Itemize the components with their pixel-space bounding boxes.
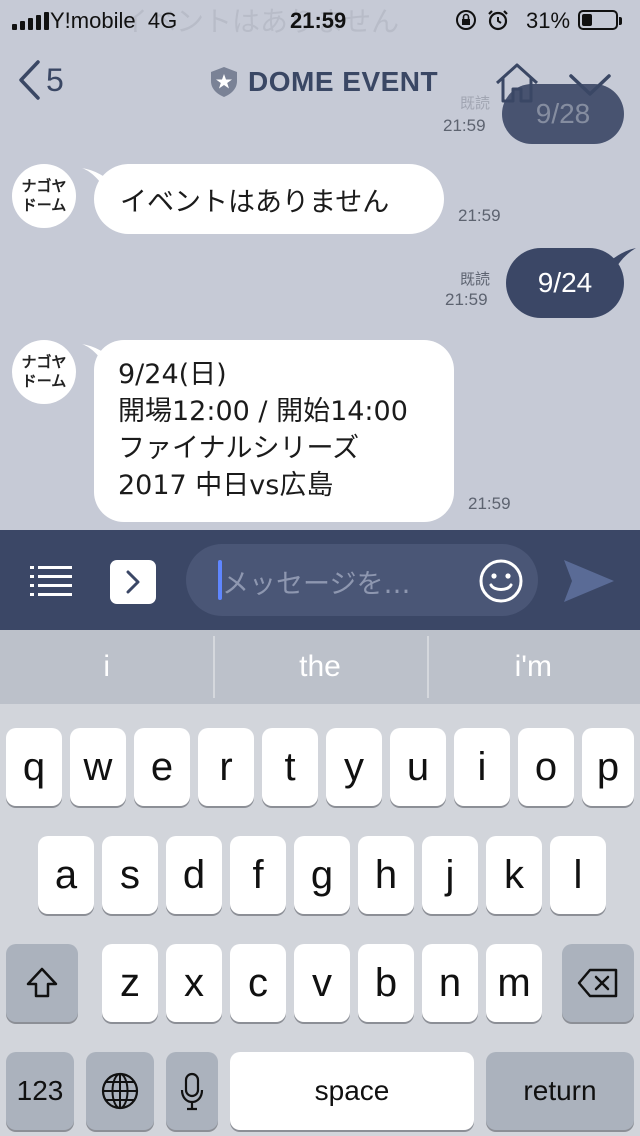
key-e[interactable]: e [134,728,190,806]
unread-count: 5 [46,61,64,98]
key-b[interactable]: b [358,944,414,1022]
key-a[interactable]: a [38,836,94,914]
suggestion-2[interactable]: the [213,630,426,704]
status-bar: Y!mobile 4G 21:59 31% [0,0,640,42]
delete-key[interactable] [562,944,634,1022]
outgoing-message[interactable]: 9/24 [506,248,624,318]
shift-icon [26,967,58,998]
alarm-icon [488,10,508,31]
key-z[interactable]: z [102,944,158,1022]
message-time: 21:59 [468,494,511,513]
back-chevron-icon [19,60,40,100]
key-j[interactable]: j [422,836,478,914]
key-i[interactable]: i [454,728,510,806]
menu-button[interactable] [30,564,72,602]
key-u[interactable]: u [390,728,446,806]
key-m[interactable]: m [486,944,542,1022]
delete-icon [577,968,618,998]
rotation-lock-icon [456,10,476,30]
key-q[interactable]: q [6,728,62,806]
shift-key[interactable] [6,944,78,1022]
battery-percent: 31% [526,8,571,33]
menu-list-icon [30,566,72,596]
send-icon [564,560,614,602]
key-h[interactable]: h [358,836,414,914]
incoming-message-event[interactable]: 9/24(日) 開場12:00 / 開始14:00 ファイナルシリーズ 2017… [94,340,454,522]
message-time: 21:59 [458,206,501,225]
message-input-bar: メッセージを… [0,530,640,630]
avatar[interactable]: ナゴヤ ドーム [12,164,76,228]
key-k[interactable]: k [486,836,542,914]
suggestion-bar: i the i'm [0,630,640,704]
dictation-key[interactable] [166,1052,218,1130]
globe-key[interactable] [86,1052,154,1130]
chat-area: イベントはありません Y!mobile 4G 21:59 31% 5 DOME … [0,0,640,530]
status-time: 21:59 [290,8,347,33]
keyboard: i the i'm q w e r t y u i o p a s d f g … [0,630,640,1136]
key-n[interactable]: n [422,944,478,1022]
return-key[interactable]: return [486,1052,634,1130]
numbers-key[interactable]: 123 [6,1052,74,1130]
key-t[interactable]: t [262,728,318,806]
chat-title[interactable]: DOME EVENT [210,66,438,98]
key-p[interactable]: p [582,728,634,806]
key-w[interactable]: w [70,728,126,806]
key-g[interactable]: g [294,836,350,914]
key-f[interactable]: f [230,836,286,914]
back-button[interactable]: 5 [16,58,64,102]
battery-icon [578,10,622,30]
battery-fill [582,14,592,26]
key-v[interactable]: v [294,944,350,1022]
suggestion-1[interactable]: i [0,630,213,704]
emoji-button[interactable] [478,558,524,608]
key-r[interactable]: r [198,728,254,806]
key-s[interactable]: s [102,836,158,914]
carrier-label: Y!mobile 4G [50,8,178,33]
globe-icon [101,1072,139,1110]
previous-message-time: 21:59 [443,116,486,135]
suggestion-3[interactable]: i'm [426,630,640,704]
key-c[interactable]: c [230,944,286,1022]
message-placeholder: メッセージを… [222,569,411,600]
message-time: 21:59 [445,290,488,309]
chevron-right-icon [126,570,140,594]
key-d[interactable]: d [166,836,222,914]
signal-icon [12,12,49,30]
previous-outgoing-message: 9/28 [502,84,624,144]
key-x[interactable]: x [166,944,222,1022]
key-o[interactable]: o [518,728,574,806]
expand-button[interactable] [110,560,156,604]
space-key[interactable]: space [230,1052,474,1130]
key-y[interactable]: y [326,728,382,806]
incoming-message[interactable]: イベントはありません [94,164,444,234]
shield-star-icon [211,67,237,97]
microphone-icon [180,1072,204,1111]
previous-read-label: 既読 [460,94,491,112]
key-l[interactable]: l [550,836,606,914]
send-button[interactable] [560,556,616,610]
avatar[interactable]: ナゴヤ ドーム [12,340,76,404]
smiley-icon [479,559,523,603]
read-receipt: 既読 [460,270,491,288]
